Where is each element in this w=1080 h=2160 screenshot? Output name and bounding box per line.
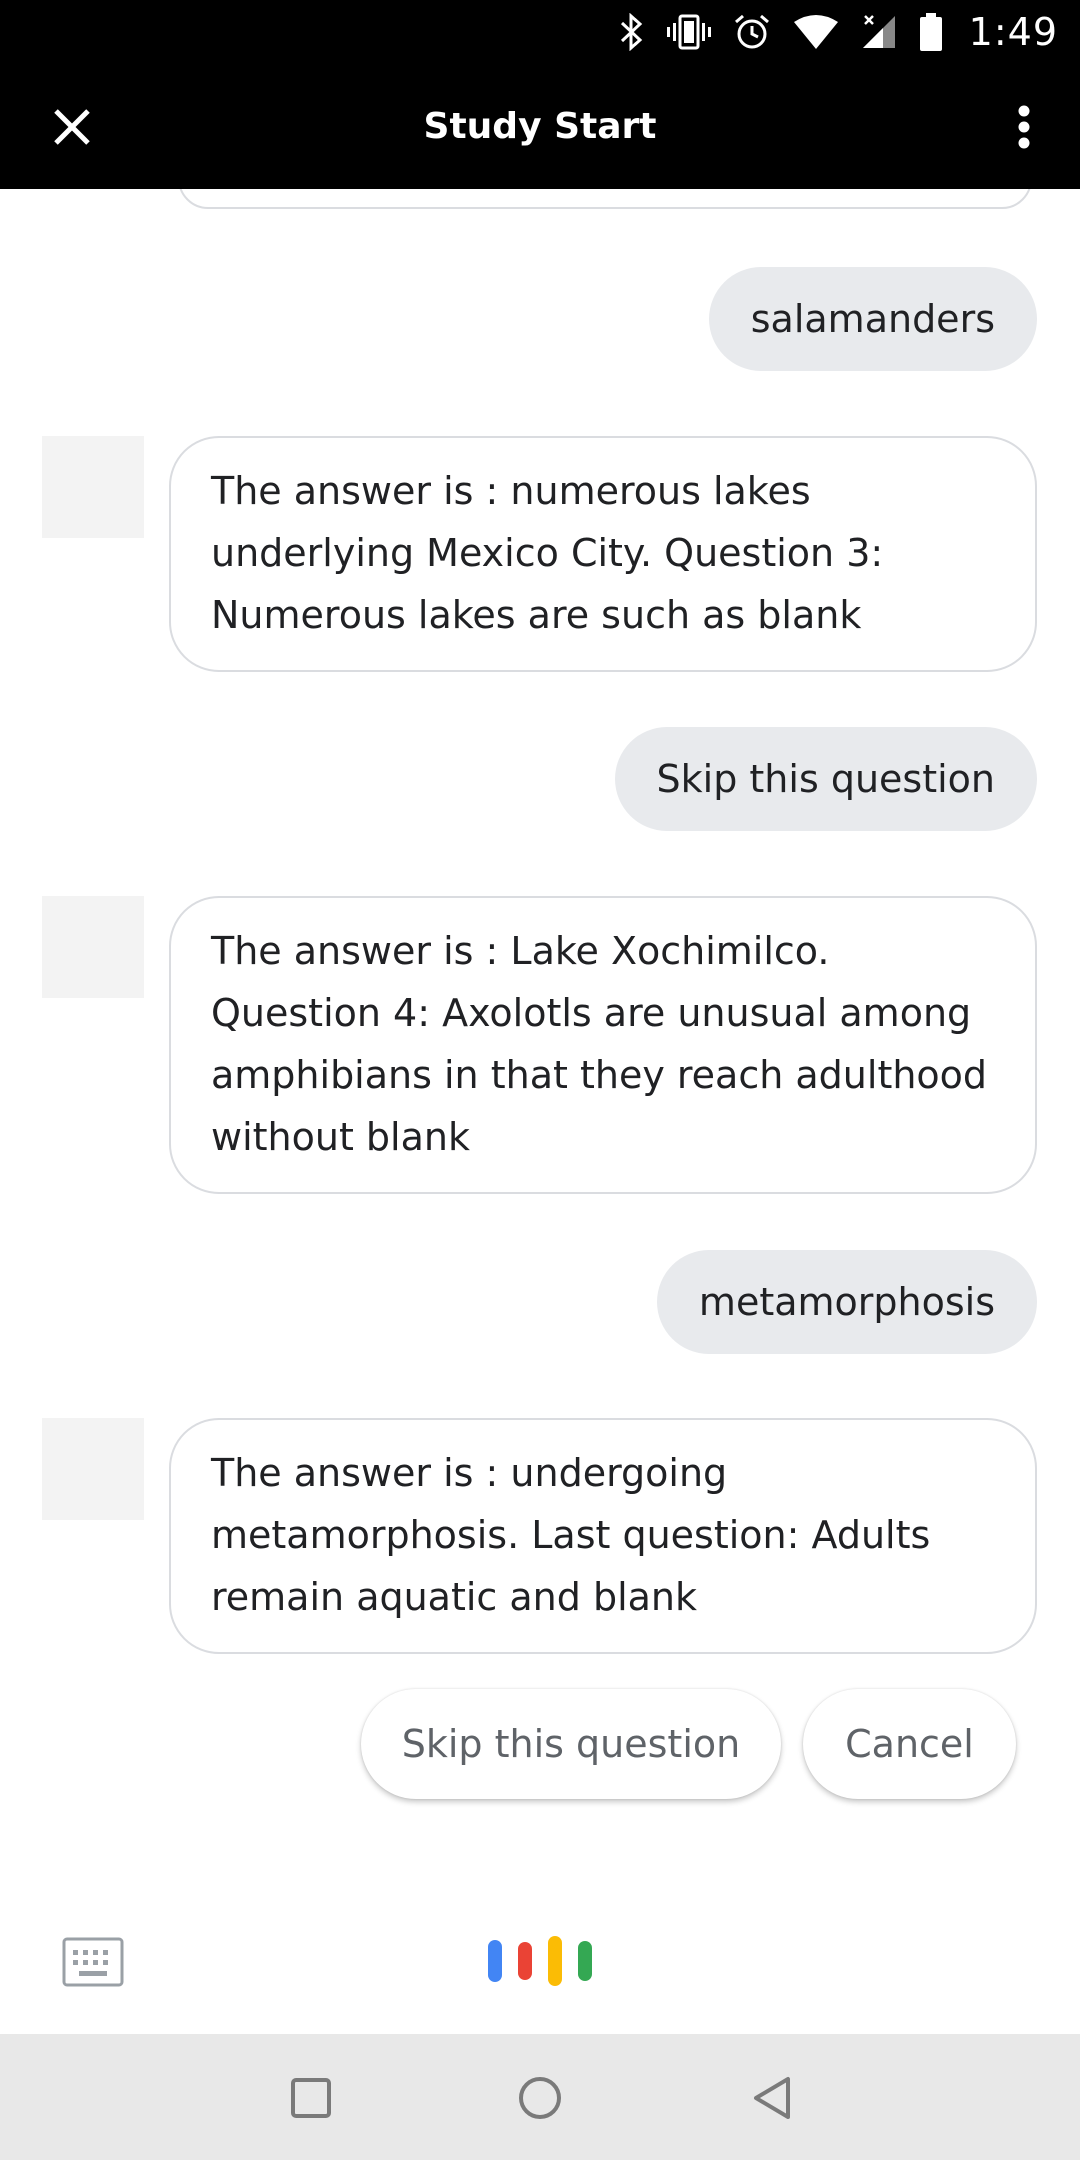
assistant-message: The answer is : numerous lakes underlyin… <box>169 436 1037 672</box>
bluetooth-icon <box>619 12 645 51</box>
cancel-chip[interactable]: Cancel <box>803 1689 1016 1799</box>
app-bar: Study Start <box>0 63 1080 189</box>
back-button[interactable] <box>744 2070 800 2126</box>
status-time: 1:49 <box>968 9 1058 54</box>
wifi-icon <box>793 14 839 50</box>
assistant-avatar <box>42 436 144 538</box>
assistant-avatar <box>42 896 144 998</box>
conversation[interactable]: salamanders The answer is : numerous lak… <box>0 189 1080 1909</box>
previous-message-edge <box>178 189 1032 209</box>
assistant-message: The answer is : Lake Xochimilco. Questio… <box>169 896 1037 1194</box>
vibrate-icon <box>666 14 711 50</box>
more-options-button[interactable] <box>1004 95 1044 159</box>
input-bar <box>0 1909 1080 2034</box>
keyboard-button[interactable] <box>62 1937 124 1987</box>
assistant-avatar <box>42 1418 144 1520</box>
user-message: salamanders <box>708 267 1037 371</box>
keyboard-icon <box>62 1937 124 1987</box>
back-icon <box>754 2077 790 2119</box>
system-nav-bar <box>0 2034 1080 2160</box>
recents-icon <box>291 2078 331 2118</box>
home-icon <box>519 2077 561 2119</box>
assistant-message: The answer is : undergoing metamorphosis… <box>169 1418 1037 1654</box>
assistant-mic-icon <box>488 1940 502 1982</box>
more-vert-icon <box>1018 105 1030 149</box>
skip-question-chip[interactable]: Skip this question <box>361 1689 781 1799</box>
recents-button[interactable] <box>283 2070 339 2126</box>
page-title: Study Start <box>423 105 657 147</box>
cell-signal-icon <box>861 14 897 50</box>
status-bar: 1:49 <box>0 0 1080 63</box>
alarm-icon <box>733 13 771 51</box>
user-message: metamorphosis <box>656 1250 1037 1354</box>
home-button[interactable] <box>512 2070 568 2126</box>
battery-icon <box>919 12 943 51</box>
user-message: Skip this question <box>614 727 1037 831</box>
assistant-mic-button[interactable] <box>488 1933 592 1989</box>
